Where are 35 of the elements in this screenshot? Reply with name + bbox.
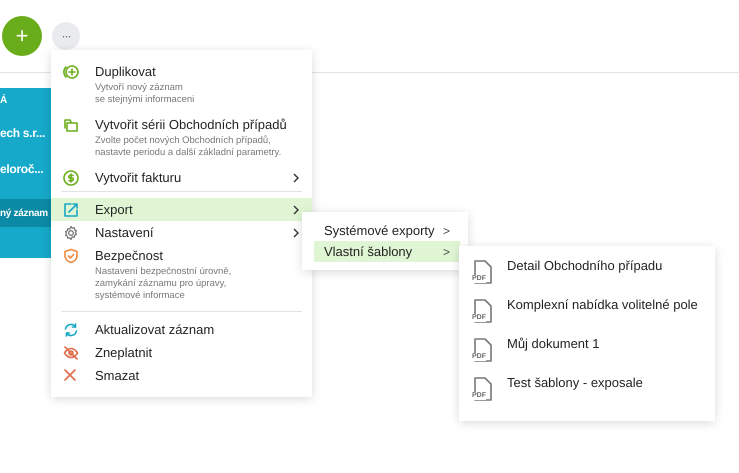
- chevron-icon: >: [442, 244, 450, 258]
- more-button[interactable]: ···: [52, 22, 80, 50]
- item-description: Zvolte počet nových Obchodních případů, nastavte periodu a další základní parametry.: [95, 135, 282, 159]
- card-label: Á: [0, 93, 8, 108]
- menu-item[interactable]: Duplikovat Vytvoří nový záznam se stejnými informaceni: [51, 60, 312, 113]
- item-label: Vlastní šablony: [324, 244, 412, 259]
- menu-item[interactable]: Export: [51, 198, 312, 221]
- close-icon: [63, 368, 77, 382]
- refresh-icon: [63, 322, 79, 338]
- menu-item[interactable]: Nastavení: [51, 221, 312, 244]
- dollar-icon: [63, 170, 79, 186]
- item-description: Nastavení bezpečnostní úrovně, zamykání záznamu pro úpravy, systémové informace: [95, 266, 232, 302]
- shield-icon: [63, 248, 79, 264]
- menu-item[interactable]: Zneplatnit: [51, 341, 312, 364]
- chevron-icon: [292, 173, 300, 183]
- eye-slash-icon: [63, 345, 79, 361]
- card-title: ech s.r...: [0, 125, 46, 142]
- chevron-icon: [292, 228, 300, 238]
- chevron-icon: [292, 205, 300, 215]
- duplicate-icon: [63, 64, 79, 80]
- submenu-item[interactable]: Systémové exporty >: [314, 220, 460, 241]
- menu-item[interactable]: Vytvořit fakturu: [51, 166, 312, 189]
- menu-item[interactable]: Smazat: [51, 364, 312, 387]
- folders-icon: [63, 117, 79, 133]
- export-icon: [63, 202, 79, 218]
- submenu-item[interactable]: Vlastní šablony >: [314, 241, 460, 262]
- gear-icon: [63, 225, 79, 241]
- item-label: Systémové exporty: [324, 223, 435, 238]
- menu-item[interactable]: Aktualizovat záznam: [51, 318, 312, 341]
- menu-item[interactable]: Vytvořit sérii Obchodních případů Zvolte počet nových Obchodních případů, nastavte periodu a další základní parametry.: [51, 113, 312, 166]
- card-title: eloroč...: [0, 161, 44, 178]
- item-description: Vytvoří nový záznam se stejnými informaceni: [95, 82, 196, 106]
- card-band: ný záznam: [0, 199, 52, 227]
- menu-item[interactable]: Bezpečnost Nastavení bezpečnostní úrovně, zamykání záznamu pro úpravy, systémové informace: [51, 244, 312, 309]
- chevron-icon: >: [442, 224, 450, 238]
